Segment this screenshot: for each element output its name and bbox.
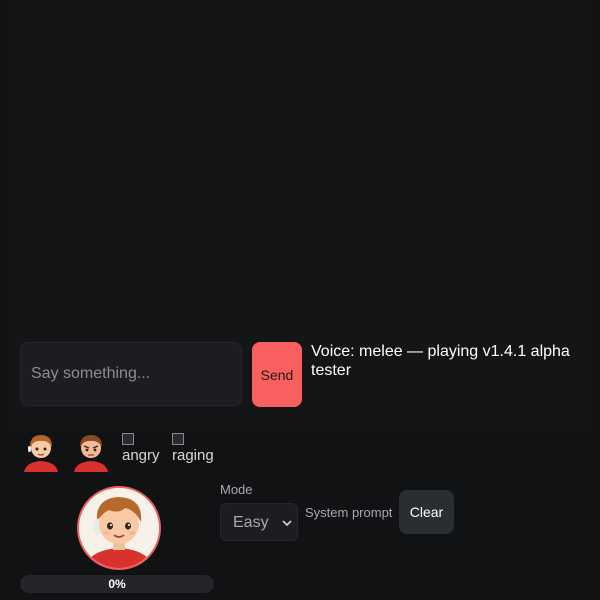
broken-image-icon bbox=[172, 433, 184, 445]
voice-status-text: Voice: melee — playing v1.4.1 alpha test… bbox=[311, 343, 570, 379]
progress-bar: 0% bbox=[20, 575, 214, 593]
system-prompt-label[interactable]: System prompt bbox=[305, 505, 392, 520]
avatar bbox=[77, 486, 161, 570]
expression-neutral-image[interactable] bbox=[20, 430, 62, 472]
send-button[interactable]: Send bbox=[252, 342, 302, 407]
broken-image-icon bbox=[122, 433, 134, 445]
expression-angry-alt: angry bbox=[122, 447, 160, 464]
clear-button[interactable]: Clear bbox=[399, 490, 454, 534]
expression-angry-image[interactable]: angry bbox=[122, 432, 164, 468]
mode-select[interactable]: Easy bbox=[220, 503, 298, 541]
expression-annoyed-image[interactable] bbox=[70, 430, 112, 472]
chevron-down-icon bbox=[281, 516, 293, 534]
chat-input[interactable] bbox=[20, 342, 242, 406]
expression-raging-alt: raging bbox=[172, 447, 214, 464]
mode-label: Mode bbox=[220, 482, 253, 497]
expression-raging-image[interactable]: raging bbox=[172, 432, 214, 468]
progress-label: 0% bbox=[108, 577, 126, 591]
mode-selected-value: Easy bbox=[233, 514, 269, 531]
